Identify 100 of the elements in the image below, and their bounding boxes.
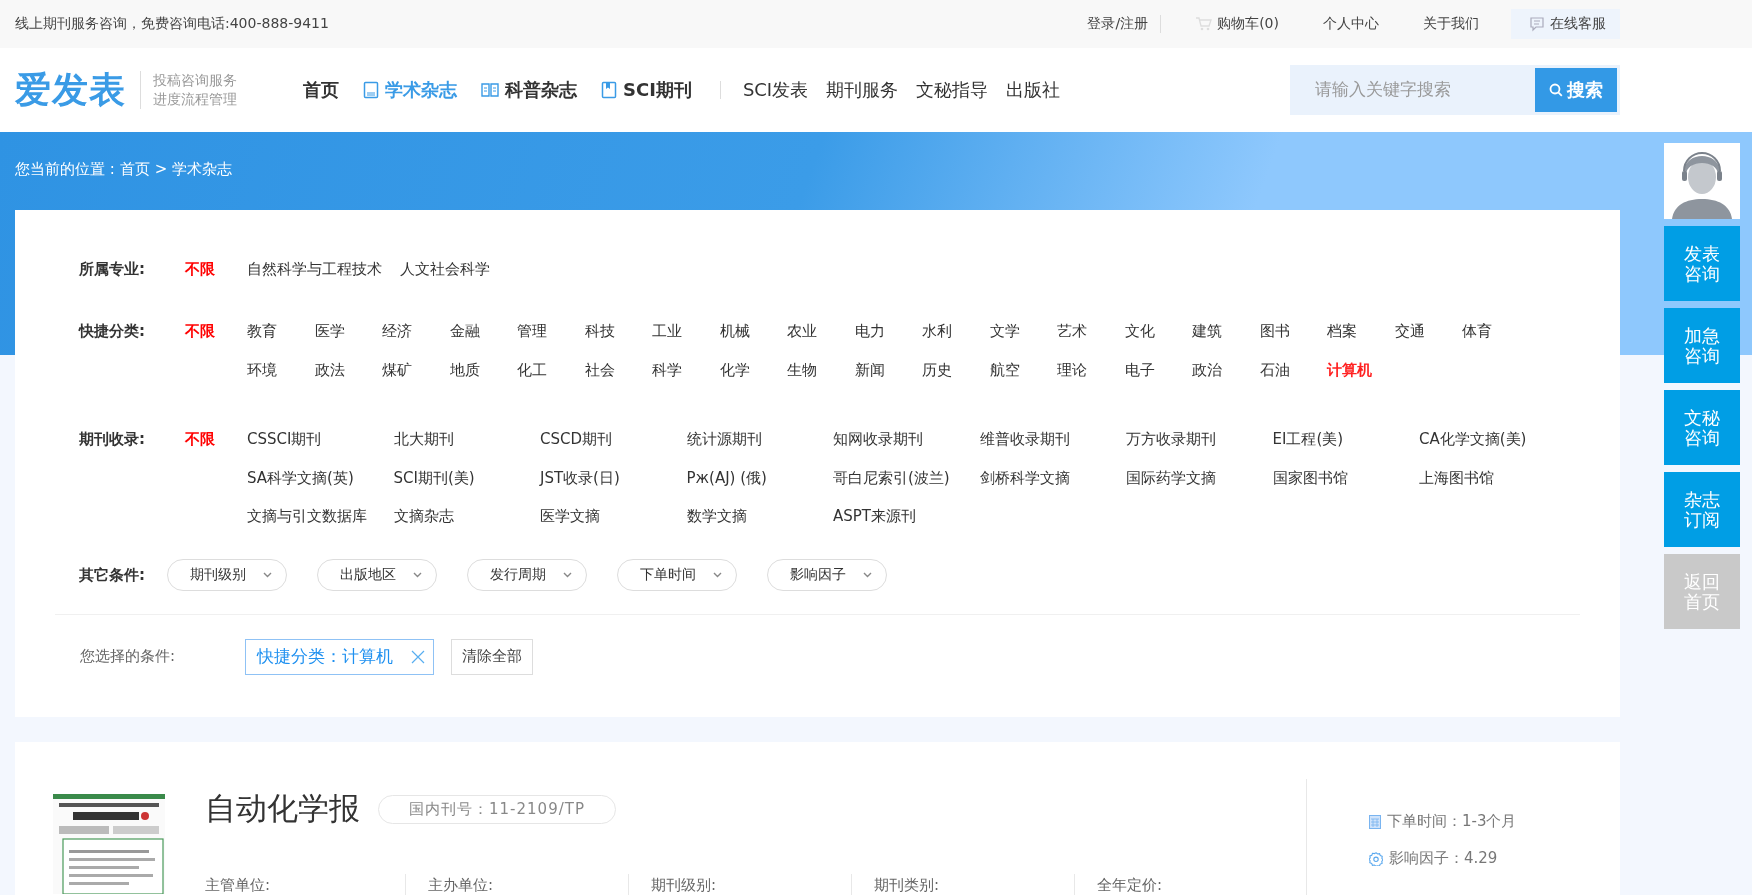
dropdown[interactable]: 下单时间 bbox=[617, 558, 737, 591]
filter-option[interactable]: 万方收录期刊 bbox=[1126, 420, 1273, 459]
any-option[interactable]: 不限 bbox=[185, 252, 247, 286]
field-label: 期刊类别: bbox=[851, 874, 1074, 895]
top-link[interactable]: 个人中心 bbox=[1301, 15, 1401, 33]
filter-option[interactable]: 国家图书馆 bbox=[1272, 458, 1419, 497]
filter-option[interactable]: 政法 bbox=[314, 351, 382, 390]
filter-option[interactable]: 理论 bbox=[1057, 351, 1125, 390]
filter-option[interactable]: 金融 bbox=[449, 312, 517, 351]
chevron-down-icon bbox=[713, 571, 722, 578]
online-service-link[interactable]: 在线客服 bbox=[1511, 9, 1620, 39]
dropdown[interactable]: 发行周期 bbox=[467, 558, 587, 591]
filter-option[interactable]: CSCD期刊 bbox=[540, 420, 687, 459]
filter-option[interactable]: 国际药学文摘 bbox=[1126, 458, 1273, 497]
filter-option[interactable]: 化工 bbox=[517, 351, 585, 390]
filter-option[interactable]: 电子 bbox=[1124, 351, 1192, 390]
nav-item[interactable]: 首页 bbox=[303, 78, 339, 102]
filter-option[interactable]: 教育 bbox=[247, 312, 315, 351]
filter-option[interactable]: 文学 bbox=[989, 312, 1057, 351]
calculator-icon bbox=[1369, 814, 1381, 829]
login-link[interactable]: 登录/注册 bbox=[1087, 15, 1162, 33]
filter-option[interactable]: 工业 bbox=[652, 312, 720, 351]
filter-option[interactable]: 自然科学与工程技术 bbox=[247, 252, 382, 286]
slogan-text: 进度流程管理 bbox=[153, 90, 237, 109]
nav-item[interactable]: SCI发表 bbox=[742, 78, 809, 102]
nav-item[interactable]: 文秘指导 bbox=[916, 78, 989, 102]
filter-option[interactable]: 文摘与引文数据库 bbox=[247, 497, 394, 536]
nav-item[interactable]: 期刊服务 bbox=[826, 78, 899, 102]
filter-option[interactable]: SA科学文摘(英) bbox=[247, 458, 394, 497]
filter-option[interactable]: 建筑 bbox=[1192, 312, 1260, 351]
filter-option[interactable]: 知网收录期刊 bbox=[833, 420, 980, 459]
filter-option[interactable]: 交通 bbox=[1394, 312, 1462, 351]
filter-option[interactable]: 化学 bbox=[719, 351, 787, 390]
filter-option[interactable]: 管理 bbox=[517, 312, 585, 351]
nav-item[interactable]: 出版社 bbox=[1006, 78, 1061, 102]
filter-option[interactable]: 剑桥科学文摘 bbox=[979, 458, 1126, 497]
nav-item[interactable]: 科普杂志 bbox=[481, 78, 577, 102]
chevron-down-icon bbox=[863, 571, 872, 578]
filter-option[interactable]: ASPT来源刊 bbox=[833, 497, 980, 536]
book-icon bbox=[363, 81, 379, 99]
dropdown[interactable]: 出版地区 bbox=[317, 558, 437, 591]
filter-option[interactable]: 北大期刊 bbox=[393, 420, 540, 459]
close-icon[interactable] bbox=[411, 649, 425, 664]
filter-option[interactable]: 机械 bbox=[719, 312, 787, 351]
filter-option[interactable]: 医学 bbox=[314, 312, 382, 351]
filter-option[interactable]: 哥白尼索引(波兰) bbox=[833, 458, 980, 497]
filter-label: 快捷分类: bbox=[79, 321, 146, 342]
filter-option[interactable]: CSSCI期刊 bbox=[247, 420, 394, 459]
nav-item[interactable]: SCI期刊 bbox=[601, 78, 692, 102]
clear-all-button[interactable]: 清除全部 bbox=[451, 638, 533, 675]
filter-option[interactable]: 环境 bbox=[247, 351, 315, 390]
field-label: 主管单位: bbox=[205, 875, 272, 895]
filter-option[interactable]: JST收录(日) bbox=[540, 458, 687, 497]
filter-option[interactable]: 社会 bbox=[584, 351, 652, 390]
filter-option[interactable]: 科学 bbox=[652, 351, 720, 390]
filter-option[interactable]: 生物 bbox=[787, 351, 855, 390]
filter-option[interactable]: CA化学文摘(美) bbox=[1419, 420, 1566, 459]
cart-link[interactable]: 购物车(0) bbox=[1173, 15, 1301, 33]
journal-title[interactable]: 自动化学报 bbox=[205, 788, 360, 830]
selected-conditions-label: 您选择的条件: bbox=[80, 647, 177, 666]
filter-option[interactable]: Рж(AJ) (俄) bbox=[686, 458, 833, 497]
filter-option[interactable]: 历史 bbox=[922, 351, 990, 390]
filter-option[interactable]: 煤矿 bbox=[382, 351, 450, 390]
filter-option[interactable]: 图书 bbox=[1259, 312, 1327, 351]
filter-option[interactable]: 统计源期刊 bbox=[686, 420, 833, 459]
filter-option[interactable]: 电力 bbox=[854, 312, 922, 351]
chevron-down-icon bbox=[563, 571, 572, 578]
any-option[interactable]: 不限 bbox=[185, 420, 247, 459]
any-option[interactable]: 不限 bbox=[185, 312, 247, 351]
filter-option[interactable]: 农业 bbox=[787, 312, 855, 351]
filter-option[interactable]: 艺术 bbox=[1057, 312, 1125, 351]
info-text: 影响因子：4.29 bbox=[1389, 849, 1498, 868]
filter-option[interactable]: 文摘杂志 bbox=[393, 497, 540, 536]
info-text: 下单时间：1-3个月 bbox=[1387, 812, 1517, 831]
filter-option[interactable]: 石油 bbox=[1259, 351, 1327, 390]
filter-option[interactable]: 计算机 bbox=[1327, 351, 1395, 390]
filter-option[interactable]: 医学文摘 bbox=[540, 497, 687, 536]
filter-option[interactable]: 航空 bbox=[989, 351, 1057, 390]
dropdown[interactable]: 影响因子 bbox=[767, 558, 887, 591]
field-label: 期刊级别: bbox=[628, 874, 851, 895]
filter-option[interactable]: 档案 bbox=[1327, 312, 1395, 351]
field-label: 全年定价: bbox=[1074, 874, 1297, 895]
filter-option[interactable]: 上海图书馆 bbox=[1419, 458, 1566, 497]
filter-option[interactable]: 经济 bbox=[382, 312, 450, 351]
filter-option[interactable]: 体育 bbox=[1462, 312, 1530, 351]
filter-option[interactable]: 水利 bbox=[922, 312, 990, 351]
field-label: 主办单位: bbox=[405, 874, 628, 895]
filter-option[interactable]: 数学文摘 bbox=[686, 497, 833, 536]
filter-option[interactable]: SCI期刊(美) bbox=[393, 458, 540, 497]
filter-option[interactable]: 科技 bbox=[584, 312, 652, 351]
filter-option[interactable]: 政治 bbox=[1192, 351, 1260, 390]
breadcrumb-label: 您当前的位置 : bbox=[15, 160, 115, 179]
top-link[interactable]: 关于我们 bbox=[1401, 15, 1501, 33]
filter-option[interactable]: 人文社会科学 bbox=[400, 252, 490, 286]
filter-option[interactable]: 新闻 bbox=[854, 351, 922, 390]
filter-option[interactable]: 文化 bbox=[1124, 312, 1192, 351]
filter-option[interactable]: 地质 bbox=[449, 351, 517, 390]
dropdown[interactable]: 期刊级别 bbox=[167, 558, 287, 591]
filter-option[interactable]: 维普收录期刊 bbox=[979, 420, 1126, 459]
filter-option[interactable]: EI工程(美) bbox=[1272, 420, 1419, 459]
